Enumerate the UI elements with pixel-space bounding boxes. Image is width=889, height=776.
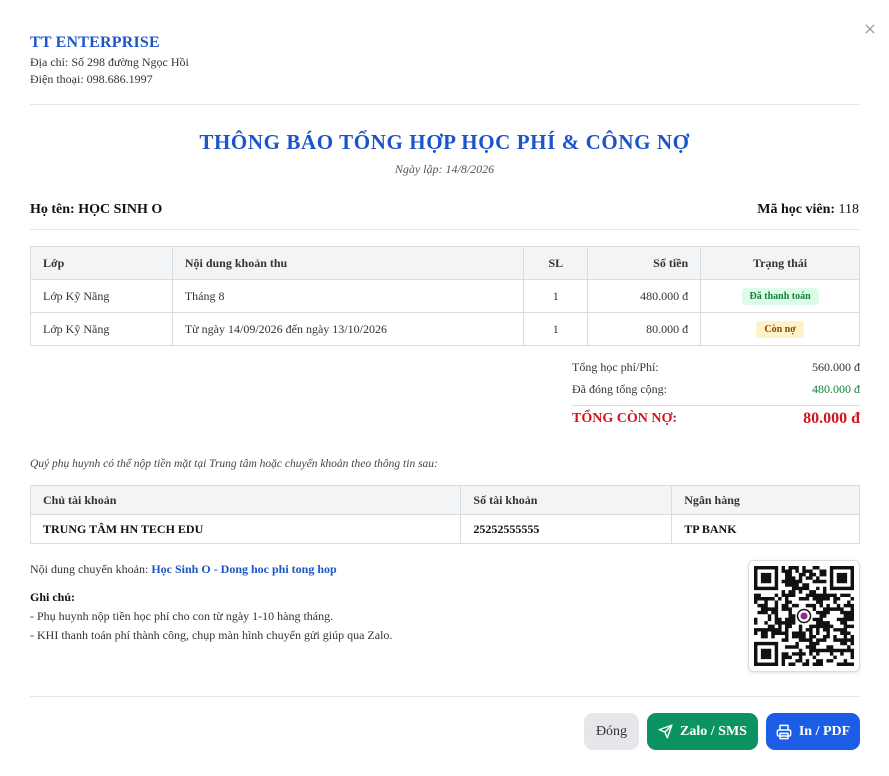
transfer-value: Học Sinh O - Dong hoc phi tong hop [151,562,337,576]
status-badge: Còn nợ [756,320,804,338]
account-holder: TRUNG TÂM HN TECH EDU [29,514,462,544]
cell-qty: 1 [523,279,589,313]
bank-table: Chủ tài khoản Số tài khoản Ngân hàng TRU… [29,485,860,544]
print-button-label: In / PDF [798,723,851,739]
student-id-label: Mã học viên: [757,202,836,217]
header-divider [30,104,860,105]
cell-amount: 480.000 đ [587,279,702,313]
cell-class: Lớp Kỹ Năng [30,279,173,313]
document-title: THÔNG BÁO TỔNG HỢP HỌC PHÍ & CÔNG NỢ [199,130,690,154]
transfer-content: Nội dung chuyển khoản: Học Sinh O - Dong… [30,562,337,577]
student-id-value: 118 [838,202,859,217]
qr-code-image [754,566,854,666]
total-fee-row: Tổng học phí/Phí: 560.000 đ [572,356,860,378]
notes-title: Ghi chú: [30,590,76,604]
footer-divider [30,696,860,697]
student-divider [30,229,860,230]
note-item: - Phụ huynh nộp tiền học phí cho con từ … [30,609,334,623]
bank-table-header: Chủ tài khoản Số tài khoản Ngân hàng [29,485,860,515]
col-amount: Số tiền [587,246,702,280]
col-qty: SL [523,246,589,280]
table-row: Lớp Kỹ Năng Từ ngày 14/09/2026 đến ngày … [30,312,860,346]
zalo-sms-button[interactable]: Zalo / SMS [647,713,758,750]
close-button[interactable]: Đóng [584,713,639,750]
cell-content: Từ ngày 14/09/2026 đến ngày 13/10/2026 [171,312,525,346]
debt-value: 80.000 đ [803,410,860,427]
fee-summary: Tổng học phí/Phí: 560.000 đ Đã đóng tổng… [572,356,860,428]
table-row: TRUNG TÂM HN TECH EDU 25252555555 TP BAN… [29,514,860,544]
paid-row: Đã đóng tổng cộng: 480.000 đ [572,378,860,400]
note-item: - KHI thanh toán phí thành công, chụp mà… [30,628,393,642]
student-name: Họ tên: HỌC SINH O [30,202,163,217]
document-date: Ngày lập: 14/8/2026 [394,162,495,176]
send-icon [658,724,673,739]
payment-intro: Quý phụ huynh có thể nộp tiền mặt tại Tr… [30,458,438,470]
cell-status: Còn nợ [700,312,860,346]
bank-name: TP BANK [671,514,860,544]
printer-icon [776,724,792,740]
account-number: 25252555555 [460,514,673,544]
cell-content: Tháng 8 [171,279,525,313]
col-content: Nội dung khoản thu [171,246,525,280]
cell-amount: 80.000 đ [587,312,702,346]
cell-qty: 1 [523,312,589,346]
cell-class: Lớp Kỹ Năng [30,312,173,346]
company-address: Địa chỉ: Số 298 đường Ngọc Hồi [30,55,189,69]
company-name: TT ENTERPRISE [30,34,160,51]
student-id: Mã học viên: 118 [757,202,859,218]
close-button-label: Đóng [595,723,628,739]
debt-label: TỔNG CÒN NỢ: [572,411,677,426]
cell-status: Đã thanh toán [700,279,860,313]
transfer-label: Nội dung chuyển khoản: [30,562,149,576]
notes: Ghi chú: - Phụ huynh nộp tiền học phí ch… [30,590,392,647]
fee-table: Lớp Nội dung khoản thu SL Số tiền Trạng … [30,246,860,346]
company-phone: Điện thoại: 098.686.1997 [30,72,153,86]
print-pdf-button[interactable]: In / PDF [766,713,860,750]
col-status: Trạng thái [700,246,860,280]
table-row: Lớp Kỹ Năng Tháng 8 1 480.000 đ Đã thanh… [30,279,860,313]
zalo-button-label: Zalo / SMS [680,723,747,739]
fee-summary-modal: × TT ENTERPRISE Địa chỉ: Số 298 đường Ng… [0,0,889,776]
total-fee-label: Tổng học phí/Phí: [572,359,659,374]
col-account-holder: Chủ tài khoản [29,485,462,515]
fee-table-header: Lớp Nội dung khoản thu SL Số tiền Trạng … [30,246,860,280]
debt-row: TỔNG CÒN NỢ: 80.000 đ [572,410,860,428]
total-fee-value: 560.000 đ [812,359,860,374]
paid-label: Đã đóng tổng cộng: [572,381,667,396]
company-info: TT ENTERPRISE Địa chỉ: Số 298 đường Ngọc… [30,34,189,87]
paid-value: 480.000 đ [812,381,860,396]
summary-divider [572,405,860,406]
qr-code [748,560,860,672]
col-bank: Ngân hàng [671,485,860,515]
col-class: Lớp [30,246,173,280]
status-badge: Đã thanh toán [741,287,819,305]
col-account-number: Số tài khoản [460,485,673,515]
close-icon[interactable]: × [863,21,877,37]
